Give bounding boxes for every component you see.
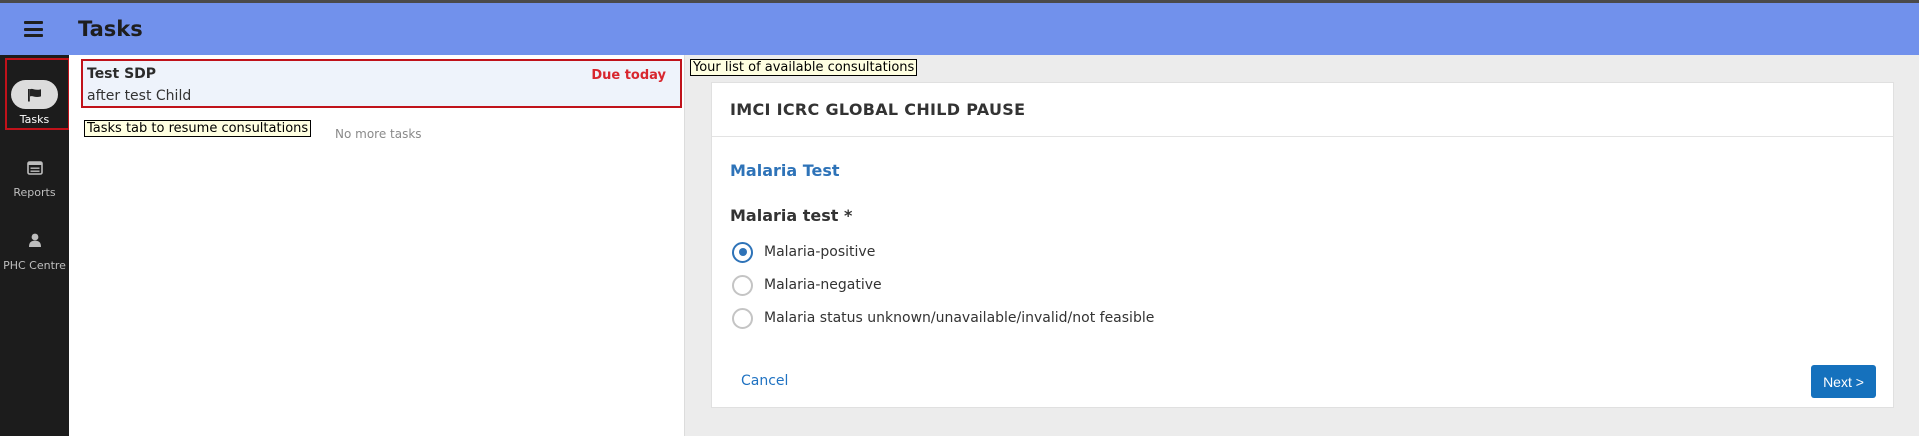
radio-option-label: Malaria-positive <box>764 244 876 260</box>
task-subtitle: after test Child <box>87 88 192 104</box>
hamburger-menu-icon[interactable] <box>24 21 43 37</box>
radio-button[interactable] <box>732 274 753 296</box>
tooltip-tasks-tab: Tasks tab to resume consultations <box>84 120 312 137</box>
form-title: IMCI ICRC GLOBAL CHILD PAUSE <box>730 100 1026 119</box>
radio-button[interactable] <box>732 307 753 329</box>
radio-option-label: Malaria status unknown/unavailable/inval… <box>764 310 1155 326</box>
sidebar-item-label: Reports <box>13 186 56 199</box>
cancel-button[interactable]: Cancel <box>741 373 788 389</box>
radio-option-malaria-negative[interactable]: Malaria-negative <box>732 274 882 296</box>
radio-option-label: Malaria-negative <box>764 277 882 293</box>
sidebar-item-label: PHC Centre <box>3 259 66 272</box>
person-icon <box>11 226 58 255</box>
tasks-nav-highlight <box>5 58 70 130</box>
app-header: Tasks <box>0 3 1919 55</box>
radio-option-malaria-unknown[interactable]: Malaria status unknown/unavailable/inval… <box>732 307 1154 329</box>
due-badge: Due today <box>591 68 666 83</box>
empty-state-text: No more tasks <box>335 127 422 141</box>
divider <box>712 136 1893 137</box>
radio-button-checked[interactable] <box>732 241 753 263</box>
next-button[interactable]: Next > <box>1811 365 1876 398</box>
page-title: Tasks <box>78 17 143 41</box>
task-list-panel: Test SDP after test Child Due today Task… <box>69 55 685 436</box>
task-list-item[interactable]: Test SDP after test Child Due today <box>81 59 682 108</box>
radio-option-malaria-positive[interactable]: Malaria-positive <box>732 241 875 263</box>
report-icon <box>11 153 58 182</box>
section-title: Malaria Test <box>730 161 840 180</box>
tooltip-consultations: Your list of available consultations <box>690 59 918 76</box>
task-title: Test SDP <box>87 66 157 82</box>
question-label: Malaria test * <box>730 206 853 225</box>
consultation-form-card: IMCI ICRC GLOBAL CHILD PAUSE Malaria Tes… <box>711 82 1894 408</box>
sidebar-item-phc-centre[interactable]: PHC Centre <box>0 201 69 272</box>
sidebar-item-reports[interactable]: Reports <box>0 128 69 199</box>
